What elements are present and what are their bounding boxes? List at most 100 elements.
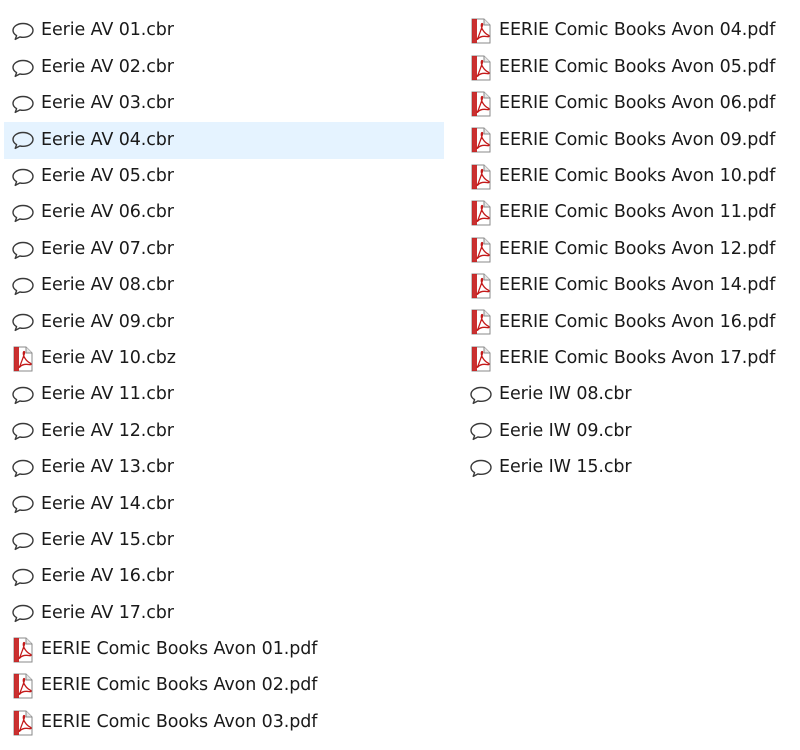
pdf-document-icon <box>469 127 495 153</box>
speech-bubble-icon <box>11 91 37 117</box>
file-item[interactable]: EERIE Comic Books Avon 11.pdf <box>462 195 798 231</box>
speech-bubble-icon <box>11 164 37 190</box>
file-item[interactable]: Eerie AV 16.cbr <box>4 559 444 595</box>
file-name: EERIE Comic Books Avon 03.pdf <box>41 711 318 732</box>
speech-bubble-icon <box>11 491 37 517</box>
file-item[interactable]: Eerie AV 06.cbr <box>4 195 444 231</box>
file-item[interactable]: Eerie AV 02.cbr <box>4 49 444 85</box>
file-name: Eerie IW 08.cbr <box>499 384 632 405</box>
file-column-right: EERIE Comic Books Avon 04.pdf EERIE Comic… <box>462 13 798 486</box>
file-item[interactable]: Eerie IW 09.cbr <box>462 413 798 449</box>
file-item[interactable]: Eerie IW 15.cbr <box>462 450 798 486</box>
file-name: Eerie AV 16.cbr <box>41 566 174 587</box>
pdf-document-icon <box>469 164 495 190</box>
file-item[interactable]: Eerie AV 07.cbr <box>4 231 444 267</box>
file-name: Eerie AV 13.cbr <box>41 457 174 478</box>
file-item[interactable]: EERIE Comic Books Avon 16.pdf <box>462 304 798 340</box>
file-name: EERIE Comic Books Avon 14.pdf <box>499 275 776 296</box>
pdf-document-icon <box>11 673 37 699</box>
file-item[interactable]: EERIE Comic Books Avon 10.pdf <box>462 159 798 195</box>
speech-bubble-icon <box>11 55 37 81</box>
file-item[interactable]: Eerie AV 09.cbr <box>4 304 444 340</box>
pdf-document-icon <box>469 200 495 226</box>
file-name: Eerie AV 09.cbr <box>41 311 174 332</box>
file-item[interactable]: EERIE Comic Books Avon 02.pdf <box>4 668 444 704</box>
pdf-document-icon <box>469 346 495 372</box>
file-name: EERIE Comic Books Avon 05.pdf <box>499 56 776 77</box>
speech-bubble-icon <box>11 455 37 481</box>
file-name: EERIE Comic Books Avon 12.pdf <box>499 238 776 259</box>
pdf-document-icon <box>469 273 495 299</box>
file-name: Eerie AV 06.cbr <box>41 202 174 223</box>
file-item[interactable]: Eerie AV 11.cbr <box>4 377 444 413</box>
pdf-document-icon <box>11 710 37 736</box>
file-item[interactable]: Eerie AV 03.cbr <box>4 86 444 122</box>
file-name: Eerie AV 14.cbr <box>41 493 174 514</box>
speech-bubble-icon <box>11 200 37 226</box>
file-name: Eerie AV 15.cbr <box>41 529 174 550</box>
file-item[interactable]: Eerie AV 10.cbz <box>4 341 444 377</box>
speech-bubble-icon <box>11 600 37 626</box>
file-item[interactable]: Eerie AV 14.cbr <box>4 486 444 522</box>
file-item[interactable]: Eerie AV 17.cbr <box>4 595 444 631</box>
file-name: Eerie AV 07.cbr <box>41 238 174 259</box>
file-name: Eerie AV 17.cbr <box>41 602 174 623</box>
file-item[interactable]: Eerie AV 08.cbr <box>4 268 444 304</box>
file-item[interactable]: Eerie AV 04.cbr <box>4 122 444 159</box>
file-name: EERIE Comic Books Avon 06.pdf <box>499 93 776 114</box>
file-item[interactable]: Eerie AV 15.cbr <box>4 522 444 558</box>
file-name: EERIE Comic Books Avon 10.pdf <box>499 166 776 186</box>
speech-bubble-icon <box>11 564 37 590</box>
file-name: Eerie AV 01.cbr <box>41 20 174 41</box>
file-item[interactable]: Eerie AV 12.cbr <box>4 413 444 449</box>
file-item[interactable]: Eerie AV 05.cbr <box>4 159 444 195</box>
file-name: EERIE Comic Books Avon 11.pdf <box>499 202 776 223</box>
file-name: EERIE Comic Books Avon 04.pdf <box>499 20 776 41</box>
speech-bubble-icon <box>11 273 37 299</box>
file-name: Eerie IW 09.cbr <box>499 420 632 441</box>
speech-bubble-icon <box>469 418 495 444</box>
speech-bubble-icon <box>11 382 37 408</box>
file-list: Eerie AV 01.cbr Eerie AV 02.cbr Eerie AV 0… <box>0 0 800 750</box>
speech-bubble-icon <box>11 127 37 153</box>
pdf-document-icon <box>469 309 495 335</box>
speech-bubble-icon <box>469 382 495 408</box>
file-item[interactable]: EERIE Comic Books Avon 09.pdf <box>462 122 798 158</box>
pdf-document-icon <box>469 237 495 263</box>
file-name: Eerie AV 11.cbr <box>41 384 174 405</box>
file-column-left: Eerie AV 01.cbr Eerie AV 02.cbr Eerie AV 0… <box>4 13 444 741</box>
file-name: EERIE Comic Books Avon 02.pdf <box>41 675 318 696</box>
file-item[interactable]: EERIE Comic Books Avon 05.pdf <box>462 49 798 85</box>
speech-bubble-icon <box>11 309 37 335</box>
file-item[interactable]: EERIE Comic Books Avon 03.pdf <box>4 704 444 740</box>
file-name: EERIE Comic Books Avon 16.pdf <box>499 311 776 332</box>
file-name: Eerie AV 12.cbr <box>41 420 174 441</box>
file-name: Eerie AV 08.cbr <box>41 275 174 296</box>
file-name: Eerie AV 04.cbr <box>41 129 174 150</box>
file-name: EERIE Comic Books Avon 17.pdf <box>499 347 776 368</box>
speech-bubble-icon <box>469 455 495 481</box>
file-item[interactable]: Eerie IW 08.cbr <box>462 377 798 413</box>
file-item[interactable]: EERIE Comic Books Avon 12.pdf <box>462 231 798 267</box>
pdf-document-icon <box>469 55 495 81</box>
file-item[interactable]: Eerie AV 13.cbr <box>4 450 444 486</box>
file-name: Eerie AV 05.cbr <box>41 166 174 186</box>
file-name: Eerie AV 03.cbr <box>41 93 174 114</box>
pdf-document-icon <box>11 346 37 372</box>
pdf-document-icon <box>469 91 495 117</box>
file-name: Eerie AV 10.cbz <box>41 347 176 368</box>
speech-bubble-icon <box>11 18 37 44</box>
speech-bubble-icon <box>11 418 37 444</box>
file-name: Eerie AV 02.cbr <box>41 56 174 77</box>
file-item[interactable]: EERIE Comic Books Avon 17.pdf <box>462 341 798 377</box>
speech-bubble-icon <box>11 237 37 263</box>
file-item[interactable]: EERIE Comic Books Avon 14.pdf <box>462 268 798 304</box>
file-item[interactable]: EERIE Comic Books Avon 06.pdf <box>462 86 798 122</box>
file-name: EERIE Comic Books Avon 01.pdf <box>41 639 318 660</box>
file-item[interactable]: Eerie AV 01.cbr <box>4 13 444 49</box>
file-item[interactable]: EERIE Comic Books Avon 04.pdf <box>462 13 798 49</box>
speech-bubble-icon <box>11 528 37 554</box>
file-item[interactable]: EERIE Comic Books Avon 01.pdf <box>4 632 444 668</box>
file-name: Eerie IW 15.cbr <box>499 457 632 478</box>
file-name: EERIE Comic Books Avon 09.pdf <box>499 129 776 150</box>
